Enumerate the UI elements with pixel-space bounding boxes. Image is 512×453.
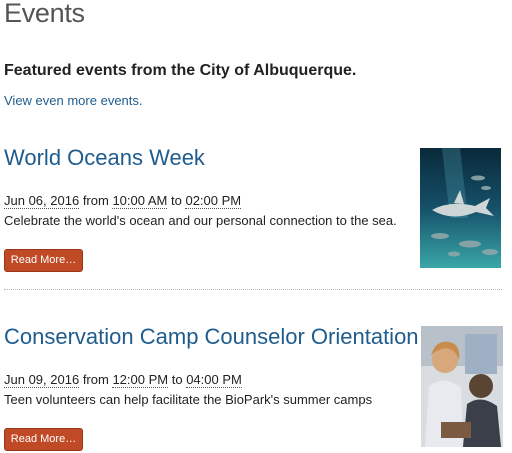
intro-text: Featured events from the City of Albuque… [4, 62, 357, 79]
event-description: Teen volunteers can help facilitate the … [4, 392, 373, 407]
event-from-word: from [82, 193, 109, 208]
more-events-link[interactable]: View even more events. [4, 93, 143, 108]
event-from-word: from [82, 372, 109, 387]
event-start-time: 10:00 AM [112, 193, 168, 209]
event-date: Jun 09, 2016 [4, 372, 80, 388]
event-start-time: 12:00 PM [112, 372, 169, 388]
divider [4, 289, 502, 290]
event-end-time: 04:00 PM [186, 372, 242, 388]
read-more-button[interactable]: Read More… [4, 249, 83, 272]
event-to-word: to [171, 372, 183, 387]
read-more-button[interactable]: Read More… [4, 428, 83, 451]
event-title[interactable]: World Oceans Week [4, 145, 205, 171]
event-end-time: 02:00 PM [185, 193, 242, 209]
event-image-shark[interactable] [420, 148, 501, 268]
event-title[interactable]: Conservation Camp Counselor Orientation [4, 324, 419, 350]
event-image-volunteers[interactable] [421, 326, 503, 447]
event-date: Jun 06, 2016 [4, 193, 80, 209]
page-title: Events [4, 0, 85, 28]
event-description: Celebrate the world's ocean and our pers… [4, 213, 397, 228]
event-time: Jun 09, 2016 from 12:00 PM to 04:00 PM [4, 372, 242, 388]
event-time: Jun 06, 2016 from 10:00 AM to 02:00 PM [4, 193, 242, 209]
event-to-word: to [171, 193, 182, 208]
event-card-world-oceans-week: World Oceans Week Jun 06, 2016 from 10:0… [0, 145, 512, 280]
event-card-conservation-camp: Conservation Camp Counselor Orientation … [0, 324, 512, 453]
